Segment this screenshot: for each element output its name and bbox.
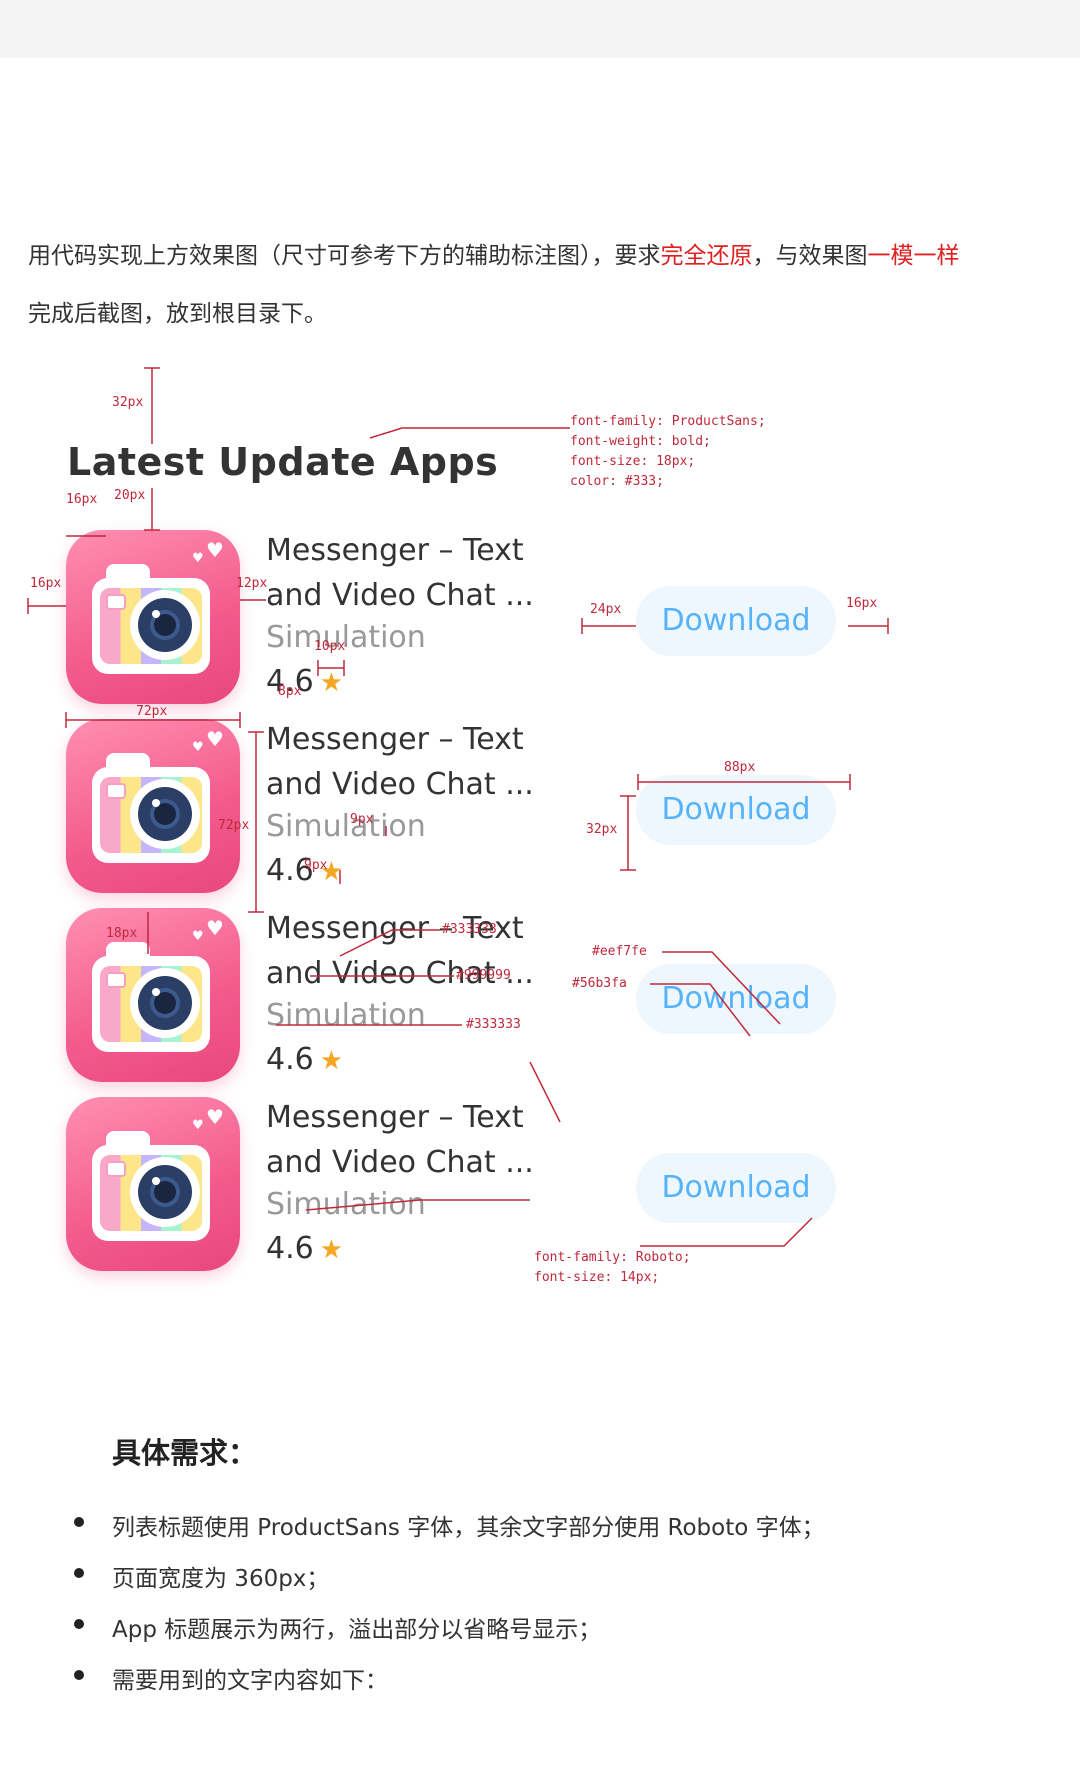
dim-label: 10px <box>314 639 346 654</box>
annotated-mockup: Latest Update Apps ♥ ♥ Messenger – Text a… <box>0 360 1080 1370</box>
dim-label: 16px <box>66 492 98 507</box>
requirements-list: 列表标题使用 ProductSans 字体，其余文字部分使用 Roboto 字体… <box>70 1508 825 1712</box>
dim-label: 32px <box>586 822 618 837</box>
dim-label: 8px <box>278 684 302 699</box>
title-font-spec: font-family: ProductSans; font-weight: bo… <box>570 414 766 489</box>
intro-emphasis: 一模一样 <box>867 243 960 269</box>
intro-text: 用代码实现上方效果图（尺寸可参考下方的辅助标注图），要求 <box>28 243 661 269</box>
color-label: #56b3fa <box>572 976 627 991</box>
dim-label: 12px <box>236 576 268 591</box>
list-item: App 标题展示为两行，溢出部分以省略号显示； <box>70 1610 825 1661</box>
dim-label: 9px <box>304 858 328 873</box>
intro-line-2: 完成后截图，放到根目录下。 <box>28 301 327 327</box>
dim-label: 88px <box>724 760 756 775</box>
requirements-title: 具体需求： <box>112 1436 258 1470</box>
intro-text: ，与效果图 <box>752 243 868 269</box>
intro-line-1: 用代码实现上方效果图（尺寸可参考下方的辅助标注图），要求完全还原，与效果图一模一… <box>28 236 1080 270</box>
color-label: #333333 <box>466 1017 521 1032</box>
color-label: #eef7fe <box>592 944 647 959</box>
dim-label: 18px <box>106 926 138 941</box>
dim-label: 16px <box>30 576 62 591</box>
dim-label: 16px <box>846 596 878 611</box>
annotation-lines <box>27 367 889 1247</box>
color-label: #999999 <box>456 968 511 983</box>
dim-label: 72px <box>136 704 168 719</box>
dim-label: 20px <box>114 488 146 503</box>
list-item: 页面宽度为 360px； <box>70 1559 825 1610</box>
top-bar <box>0 0 1080 58</box>
list-item: 需要用到的文字内容如下： <box>70 1661 825 1712</box>
dim-label: 9px <box>350 812 374 827</box>
dim-label: 24px <box>590 602 622 617</box>
color-label: #333333 <box>442 922 497 937</box>
dim-label: 72px <box>218 818 250 833</box>
intro-emphasis: 完全还原 <box>660 243 753 269</box>
body-font-spec: font-family: Roboto; font-size: 14px; <box>534 1250 691 1285</box>
list-item: 列表标题使用 ProductSans 字体，其余文字部分使用 Roboto 字体… <box>70 1508 825 1559</box>
dim-label: 32px <box>112 395 144 410</box>
